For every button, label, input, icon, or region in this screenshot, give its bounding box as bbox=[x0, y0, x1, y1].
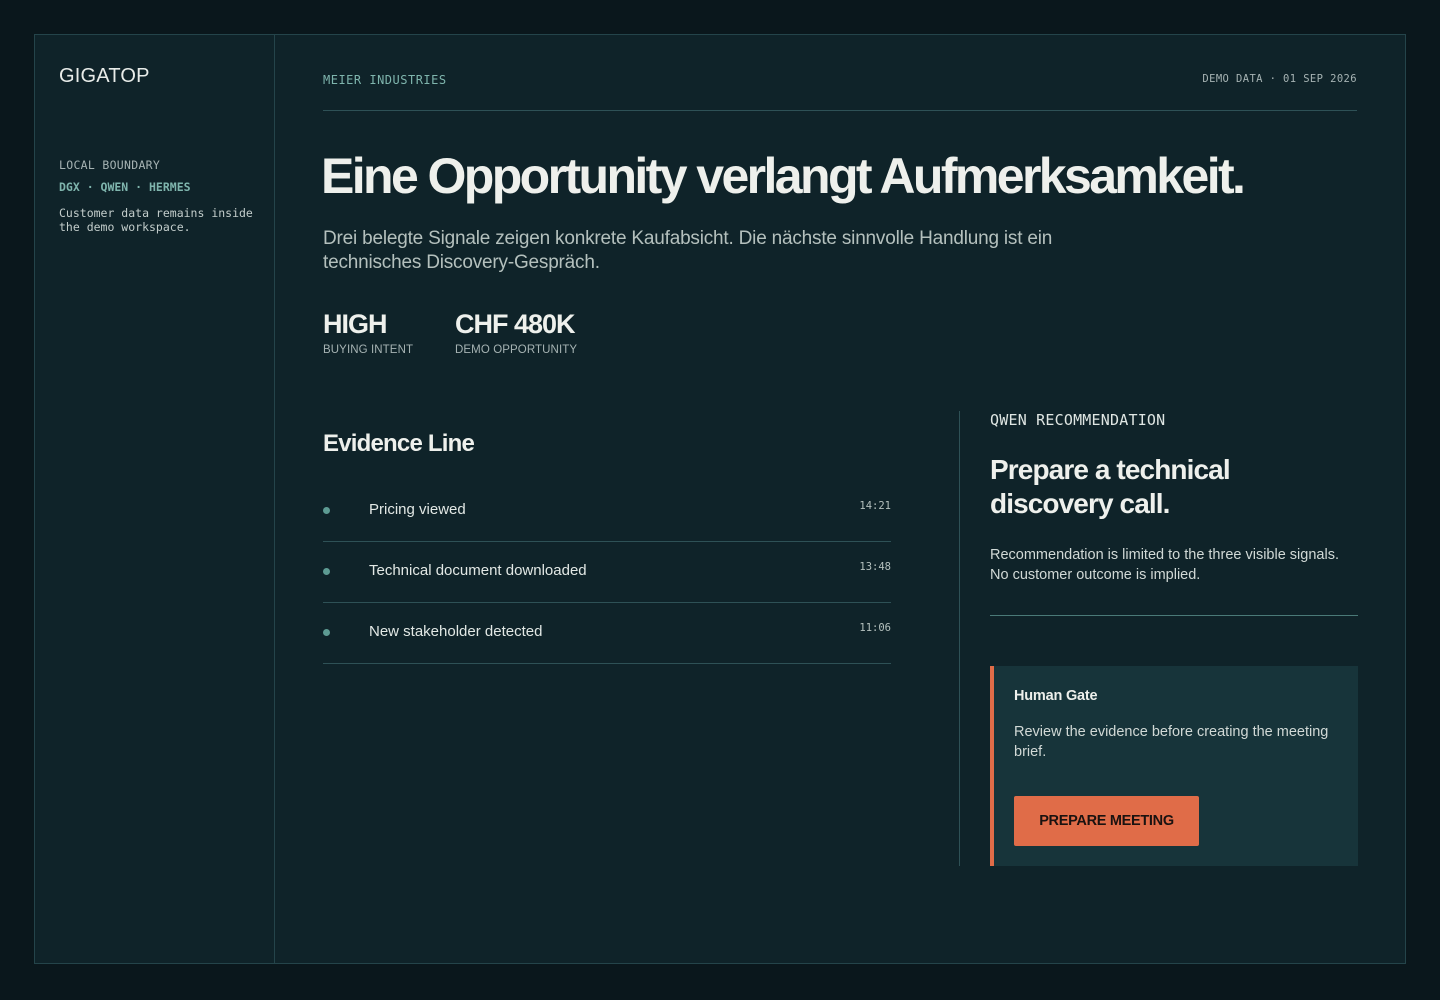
stat-value: CHF 480K bbox=[455, 309, 576, 339]
recommendation-body: Recommendation is limited to the three v… bbox=[990, 547, 1339, 583]
page-subline: Drei belegte Signale zeigen konkrete Kau… bbox=[323, 228, 1053, 273]
recommendation-panel: QWEN RECOMMENDATION Prepare a technical … bbox=[959, 411, 1358, 866]
evidence-title: Evidence Line bbox=[323, 430, 475, 457]
boundary-note: Customer data remains inside the demo wo… bbox=[59, 206, 253, 234]
boundary-stack: DGX · QWEN · HERMES bbox=[59, 180, 191, 194]
evidence-row: Pricing viewed 14:21 bbox=[323, 481, 891, 542]
company-name: MEIER INDUSTRIES bbox=[323, 73, 447, 87]
evidence-label: Pricing viewed bbox=[369, 501, 466, 518]
app-frame: GIGATOP LOCAL BOUNDARY DGX · QWEN · HERM… bbox=[34, 34, 1406, 964]
bullet-dot-icon bbox=[323, 568, 330, 575]
recommendation-title: Prepare a technical discovery call. bbox=[990, 454, 1231, 519]
bullet-dot-icon bbox=[323, 507, 330, 514]
evidence-time: 14:21 bbox=[859, 500, 891, 512]
header-divider bbox=[323, 110, 1357, 111]
evidence-label: New stakeholder detected bbox=[369, 623, 543, 640]
stat-label: DEMO OPPORTUNITY bbox=[455, 344, 578, 356]
evidence-row: New stakeholder detected 11:06 bbox=[323, 603, 891, 664]
evidence-label: Technical document downloaded bbox=[369, 562, 587, 579]
prepare-meeting-button[interactable]: PREPARE MEETING bbox=[1014, 796, 1199, 846]
bullet-dot-icon bbox=[323, 629, 330, 636]
main-content: MEIER INDUSTRIES DEMO DATA · 01 SEP 2026… bbox=[321, 35, 1358, 963]
stat-label: BUYING INTENT bbox=[323, 344, 414, 356]
evidence-row: Technical document downloaded 13:48 bbox=[323, 542, 891, 603]
gate-body: Review the evidence before creating the … bbox=[1014, 724, 1329, 760]
stat-buying-intent: HIGH BUYING INTENT bbox=[323, 307, 413, 356]
evidence-time: 13:48 bbox=[859, 561, 891, 573]
recommendation-kicker: QWEN RECOMMENDATION bbox=[990, 411, 1166, 429]
evidence-time: 11:06 bbox=[859, 622, 891, 634]
recommendation-divider bbox=[990, 615, 1358, 616]
stat-value: HIGH bbox=[323, 309, 388, 339]
demo-meta: DEMO DATA · 01 SEP 2026 bbox=[1202, 73, 1357, 85]
human-gate-card: Human Gate Review the evidence before cr… bbox=[990, 666, 1358, 866]
gate-title: Human Gate bbox=[1014, 688, 1098, 704]
page-headline: Eine Opportunity verlangt Aufmerksamkeit… bbox=[321, 148, 1246, 204]
evidence-list: Pricing viewed 14:21 Technical document … bbox=[323, 481, 891, 664]
stat-opportunity: CHF 480K DEMO OPPORTUNITY bbox=[455, 307, 577, 356]
brand-logo: GIGATOP bbox=[59, 65, 150, 87]
boundary-title: LOCAL BOUNDARY bbox=[59, 158, 161, 172]
sidebar: GIGATOP LOCAL BOUNDARY DGX · QWEN · HERM… bbox=[35, 35, 275, 963]
